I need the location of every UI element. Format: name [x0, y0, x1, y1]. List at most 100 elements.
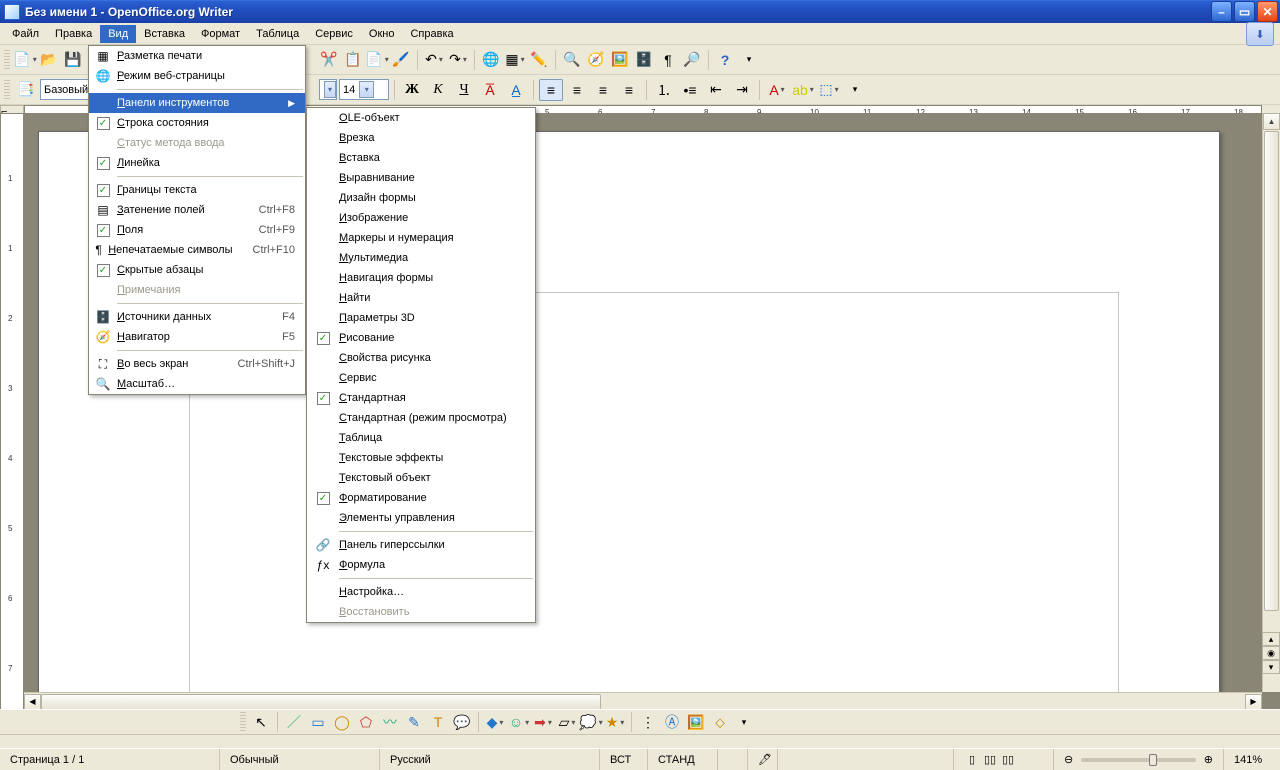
menu-item[interactable]: Стандартная (режим просмотра) [307, 408, 535, 428]
numbered-list-button[interactable]: ⒈ [652, 79, 676, 101]
from-file-tool[interactable]: 🖼️ [685, 711, 707, 733]
menu-item[interactable]: Вставка [307, 148, 535, 168]
help-button[interactable]: ? [714, 49, 736, 71]
menu-item[interactable]: OLE-объект [307, 108, 535, 128]
decrease-indent-button[interactable]: ⇤ [704, 79, 728, 101]
basic-shapes-tool[interactable]: ◆ [484, 711, 506, 733]
menu-item[interactable]: ✓Скрытые абзацы [89, 260, 305, 280]
background-button[interactable]: ⬚ [817, 79, 841, 101]
align-left-button[interactable]: ≡ [539, 79, 563, 101]
menu-item[interactable]: ✓ПоляCtrl+F9 [89, 220, 305, 240]
close-button[interactable]: ✕ [1257, 1, 1278, 22]
menu-item[interactable]: 🔍Масштаб… [89, 374, 305, 394]
menu-item[interactable]: Параметры 3D [307, 308, 535, 328]
menu-item[interactable]: ✓Стандартная [307, 388, 535, 408]
scroll-left-button[interactable]: ◀ [24, 694, 41, 710]
menu-item[interactable]: Изображение [307, 208, 535, 228]
status-style[interactable]: Обычный [220, 749, 380, 770]
menu-item[interactable]: Дизайн формы [307, 188, 535, 208]
scroll-thumb[interactable] [1264, 131, 1279, 611]
status-language[interactable]: Русский [380, 749, 600, 770]
styles-button[interactable]: 📑 [14, 79, 38, 101]
save-button[interactable]: 💾 [62, 49, 84, 71]
navigator-button[interactable]: 🧭 [585, 49, 607, 71]
menu-view[interactable]: Вид [100, 25, 136, 43]
underline-button[interactable]: Ч [452, 79, 476, 101]
menu-item[interactable]: 🌐Режим веб-страницы [89, 66, 305, 86]
next-page-button[interactable]: ▾ [1262, 660, 1280, 674]
view-layout[interactable]: ▯ ▯▯ ▯▯ [954, 749, 1054, 770]
callout-tool[interactable]: 💬 [451, 711, 473, 733]
menu-item[interactable]: 🗄️Источники данныхF4 [89, 307, 305, 327]
font-name-caret[interactable]: ▾ [319, 79, 337, 100]
align-justify-button[interactable]: ≡ [617, 79, 641, 101]
menu-item[interactable]: Текстовые эффекты [307, 448, 535, 468]
menu-help[interactable]: Справка [402, 25, 461, 43]
freeform-tool[interactable]: ✎ [403, 711, 425, 733]
line-tool[interactable]: ／ [283, 711, 305, 733]
text-tool[interactable]: T [427, 711, 449, 733]
menu-item[interactable]: ƒxФормула [307, 555, 535, 575]
nav-object-button[interactable]: ◉ [1262, 646, 1280, 660]
open-button[interactable]: 📂 [38, 49, 60, 71]
scroll-up-button[interactable]: ▲ [1263, 113, 1280, 130]
increase-indent-button[interactable]: ⇥ [730, 79, 754, 101]
hyperlink-button[interactable]: 🌐 [480, 49, 502, 71]
toolbar-overflow[interactable]: ▾ [738, 49, 760, 71]
copy-button[interactable]: 📋 [342, 49, 364, 71]
menu-item[interactable]: Панели инструментов▶ [89, 93, 305, 113]
hscroll-thumb[interactable] [41, 694, 601, 710]
rect-tool[interactable]: ▭ [307, 711, 329, 733]
arrows-tool[interactable]: ➡ [532, 711, 554, 733]
menu-item[interactable]: Элементы управления [307, 508, 535, 528]
zoom-slider[interactable] [1081, 758, 1196, 762]
table-button[interactable]: ▦ [504, 49, 526, 71]
menu-window[interactable]: Окно [361, 25, 403, 43]
status-page[interactable]: Страница 1 / 1 [0, 749, 220, 770]
nonprinting-button[interactable]: ¶ [657, 49, 679, 71]
menu-item[interactable]: ▤Затенение полейCtrl+F8 [89, 200, 305, 220]
single-page-icon[interactable]: ▯ [964, 752, 980, 768]
menu-item[interactable]: ✓Рисование [307, 328, 535, 348]
ellipse-tool[interactable]: ◯ [331, 711, 353, 733]
download-pane-button[interactable]: ⬇ [1246, 22, 1274, 46]
gallery-button[interactable]: 🖼️ [609, 49, 631, 71]
align-center-button[interactable]: ≡ [565, 79, 589, 101]
menu-item[interactable]: Навигация формы [307, 268, 535, 288]
menu-item[interactable]: ✓Границы текста [89, 180, 305, 200]
book-icon[interactable]: ▯▯ [1000, 752, 1016, 768]
fontwork-tool[interactable]: Ⓐ [661, 711, 683, 733]
zoom-control[interactable]: ⊖ ⊕ [1054, 749, 1224, 770]
zoom-percent[interactable]: 141% [1224, 749, 1280, 770]
format-paintbrush-button[interactable]: 🖌️ [390, 49, 412, 71]
align-right-button[interactable]: ≡ [591, 79, 615, 101]
menu-item[interactable]: Врезка [307, 128, 535, 148]
menu-item[interactable]: Таблица [307, 428, 535, 448]
menu-item[interactable]: 🔗Панель гиперссылки [307, 535, 535, 555]
horizontal-scrollbar[interactable]: ◀ ▶ [24, 692, 1262, 710]
menu-edit[interactable]: Правка [47, 25, 100, 43]
paste-button[interactable]: 📄 [366, 49, 388, 71]
menu-file[interactable]: Файл [4, 25, 47, 43]
draw-button[interactable]: ✏️ [528, 49, 550, 71]
bullet-list-button[interactable]: •≡ [678, 79, 702, 101]
menu-insert[interactable]: Вставка [136, 25, 193, 43]
menu-item[interactable]: ✓Строка состояния [89, 113, 305, 133]
minimize-button[interactable]: – [1211, 1, 1232, 22]
menu-item[interactable]: ⛶Во весь экранCtrl+Shift+J [89, 354, 305, 374]
subscript-button[interactable]: A̲ [504, 79, 528, 101]
toolbar-grip[interactable] [4, 80, 10, 100]
polygon-tool[interactable]: ⬠ [355, 711, 377, 733]
zoom-button[interactable]: 🔎 [681, 49, 703, 71]
font-size-combo[interactable]: 14▾ [339, 79, 389, 100]
menu-table[interactable]: Таблица [248, 25, 307, 43]
menu-item[interactable]: Текстовый объект [307, 468, 535, 488]
status-selmode[interactable]: СТАНД [648, 749, 718, 770]
symbol-shapes-tool[interactable]: ☺ [508, 711, 530, 733]
menu-item[interactable]: ▦Разметка печати [89, 46, 305, 66]
status-signature[interactable]: 🖊 [748, 749, 778, 770]
menu-format[interactable]: Формат [193, 25, 248, 43]
toolbar-grip[interactable] [4, 50, 10, 70]
menu-item[interactable]: ¶Непечатаемые символыCtrl+F10 [89, 240, 305, 260]
menu-item[interactable]: Сервис [307, 368, 535, 388]
